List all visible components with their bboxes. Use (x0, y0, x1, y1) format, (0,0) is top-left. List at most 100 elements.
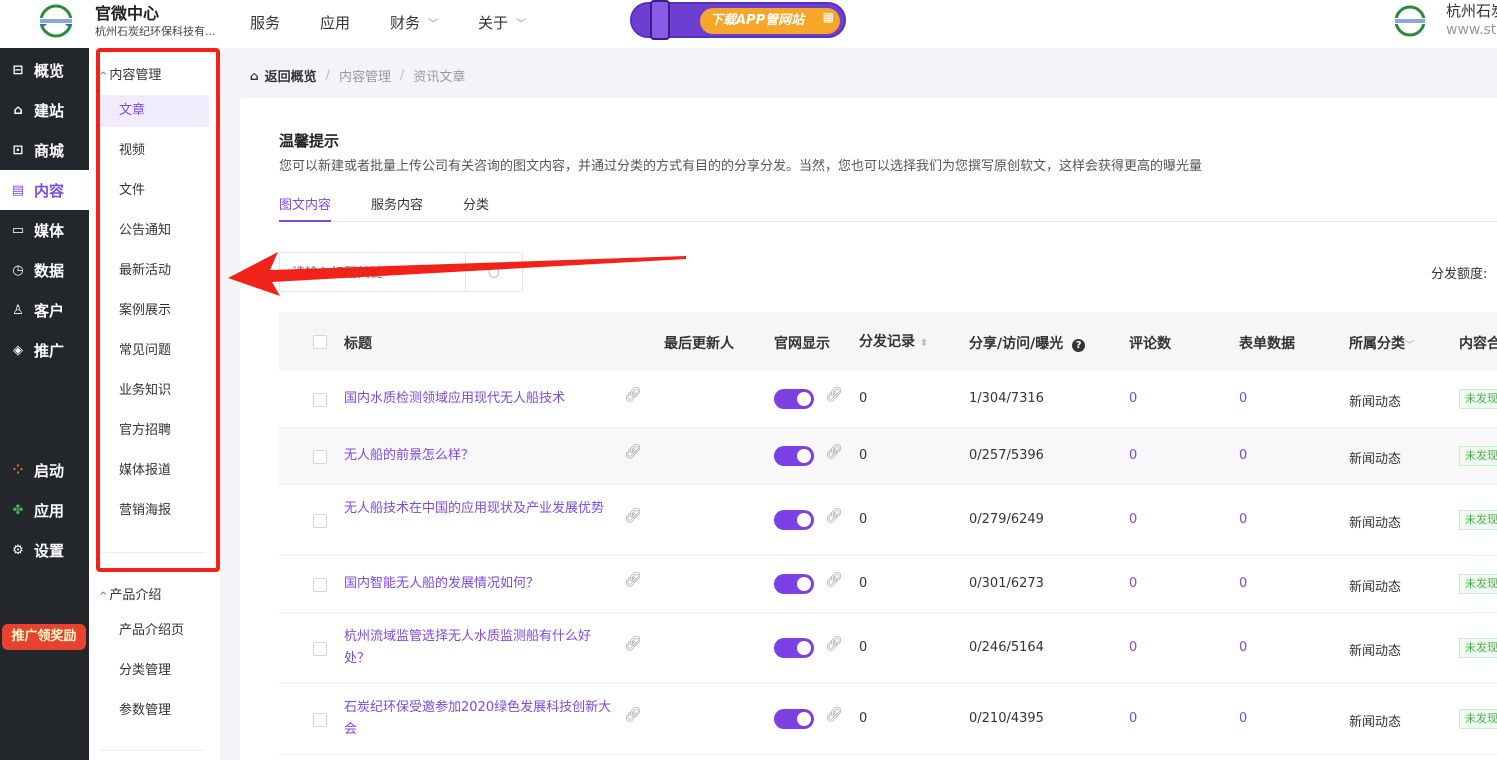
submenu-item-video[interactable]: 视频 (97, 135, 209, 167)
nav-item-service[interactable]: 服务 (250, 12, 280, 33)
col-category[interactable]: 所属分类﹀ (1349, 333, 1414, 353)
nav-item-finance[interactable]: 财务 ﹀ (390, 12, 438, 33)
nav-item-about[interactable]: 关于 ﹀ (478, 12, 526, 33)
link-icon[interactable]: 🔗︎ (825, 387, 843, 403)
download-app-banner[interactable]: 下载APP管网站 ▦ (630, 0, 846, 40)
sidebar-item-content[interactable]: ▤ 内容 (0, 170, 89, 210)
tab-service-content[interactable]: 服务内容 (371, 194, 423, 222)
top-header: 官微中心 杭州石炭纪环保科技有... 服务 应用 财务 ﹀ 关于 ﹀ 下载APP管网… (0, 0, 1497, 48)
status-badge: 未发现 (1459, 389, 1497, 409)
sort-icon[interactable]: ⬍ (920, 338, 928, 349)
content-submenu: ^ 内容管理 文章 视频 文件 公告通知 最新活动 案例展示 常见问题 业务知识 … (89, 48, 220, 760)
table-row: 国内水质检测领域应用现代无人船技术 🔗︎ 🔗︎ 0 1/304/7316 0 0… (279, 371, 1497, 428)
submenu-item-knowledge[interactable]: 业务知识 (97, 375, 209, 407)
article-title-link[interactable]: 无人船技术在中国的应用现状及产业发展优势 (344, 498, 616, 520)
site-display-toggle[interactable] (774, 574, 814, 594)
comment-count[interactable]: 0 (1129, 448, 1137, 463)
sidebar-item-promotion[interactable]: ◈ 推广 (0, 330, 89, 370)
sidebar-item-media[interactable]: ▭ 媒体 (0, 210, 89, 250)
form-count[interactable]: 0 (1239, 711, 1247, 726)
link-icon[interactable]: 🔗︎ (624, 508, 642, 524)
sidebar-item-data[interactable]: ◷ 数据 (0, 250, 89, 290)
link-icon[interactable]: 🔗︎ (825, 707, 843, 723)
site-display-toggle[interactable] (774, 709, 814, 729)
row-checkbox[interactable] (313, 642, 327, 656)
tab-graphic-content[interactable]: 图文内容 (279, 194, 332, 222)
clock-icon: ◷ (12, 262, 24, 278)
submenu-item-poster[interactable]: 营销海报 (97, 495, 209, 527)
article-title-link[interactable]: 石炭纪环保受邀参加2020绿色发展科技创新大会 (344, 697, 616, 741)
submenu-group-content[interactable]: ^ 内容管理 (99, 64, 161, 83)
comment-count[interactable]: 0 (1129, 640, 1137, 655)
help-icon[interactable]: ? (1072, 339, 1086, 352)
sidebar-item-settings[interactable]: ⚙ 设置 (0, 530, 89, 570)
submenu-item-cases[interactable]: 案例展示 (97, 295, 209, 327)
breadcrumb-item[interactable]: 内容管理 (339, 66, 391, 85)
comment-count[interactable]: 0 (1129, 512, 1137, 527)
company-logo[interactable] (34, 4, 78, 38)
comment-count[interactable]: 0 (1129, 711, 1137, 726)
link-icon[interactable]: 🔗︎ (624, 707, 642, 723)
submenu-divider (99, 750, 205, 751)
breadcrumb-home[interactable]: ⌂ 返回概览 (250, 66, 317, 86)
submenu-item-recruit[interactable]: 官方招聘 (97, 415, 209, 447)
col-title: 标题 (344, 336, 372, 352)
link-icon[interactable]: 🔗︎ (624, 444, 642, 460)
sidebar-item-mall[interactable]: ⊡ 商城 (0, 130, 89, 170)
link-icon[interactable]: 🔗︎ (624, 572, 642, 588)
nav-item-apps[interactable]: 应用 (320, 12, 350, 33)
site-display-toggle[interactable] (774, 446, 814, 466)
col-dist-records[interactable]: 分发记录 ⬍ (859, 331, 928, 351)
submenu-divider (99, 552, 205, 553)
submenu-item-media-report[interactable]: 媒体报道 (97, 455, 209, 487)
form-count[interactable]: 0 (1239, 640, 1247, 655)
comment-count[interactable]: 0 (1129, 576, 1137, 591)
row-checkbox[interactable] (313, 713, 327, 727)
link-icon[interactable]: 🔗︎ (825, 572, 843, 588)
row-checkbox[interactable] (313, 578, 327, 592)
promo-reward-banner[interactable]: 推广领奖励 (0, 610, 89, 658)
site-display-toggle[interactable] (774, 638, 814, 658)
link-icon[interactable]: 🔗︎ (825, 508, 843, 524)
submenu-item-file[interactable]: 文件 (97, 175, 209, 207)
submenu-item-param-manage[interactable]: 参数管理 (97, 695, 209, 727)
search-button[interactable]: ○ (465, 253, 522, 291)
form-count[interactable]: 0 (1239, 448, 1247, 463)
submenu-item-category-manage[interactable]: 分类管理 (97, 655, 209, 687)
article-title-link[interactable]: 杭州流域监管选择无人水质监测船有什么好处？ (344, 626, 616, 670)
search-icon: ○ (487, 264, 501, 280)
row-checkbox[interactable] (313, 450, 327, 464)
link-icon[interactable]: 🔗︎ (825, 444, 843, 460)
sidebar-item-apps[interactable]: ✤ 应用 (0, 490, 89, 530)
form-count[interactable]: 0 (1239, 391, 1247, 406)
article-title-link[interactable]: 国内水质检测领域应用现代无人船技术 (344, 388, 616, 410)
sidebar-item-site[interactable]: ⌂ 建站 (0, 90, 89, 130)
account-company-name[interactable]: 杭州石炭 (1446, 0, 1497, 21)
sidebar-item-overview[interactable]: ⊟ 概览 (0, 50, 89, 90)
submenu-item-faq[interactable]: 常见问题 (97, 335, 209, 367)
row-checkbox[interactable] (313, 514, 327, 528)
search-input[interactable] (280, 253, 466, 291)
submenu-item-notice[interactable]: 公告通知 (97, 215, 209, 247)
sidebar-item-label: 推广 (34, 341, 65, 360)
link-icon[interactable]: 🔗︎ (624, 636, 642, 652)
link-icon[interactable]: 🔗︎ (624, 387, 642, 403)
row-checkbox[interactable] (313, 393, 327, 407)
article-title-link[interactable]: 国内智能无人船的发展情况如何？ (344, 573, 616, 595)
submenu-item-product-page[interactable]: 产品介绍页 (97, 615, 209, 647)
select-all-checkbox[interactable] (313, 335, 327, 349)
sidebar-item-launch[interactable]: ⁘ 启动 (0, 450, 89, 490)
form-count[interactable]: 0 (1239, 576, 1247, 591)
link-icon[interactable]: 🔗︎ (825, 636, 843, 652)
sidebar-item-customers[interactable]: ♙ 客户 (0, 290, 89, 330)
submenu-item-article[interactable]: 文章 (97, 95, 209, 127)
comment-count[interactable]: 0 (1129, 391, 1137, 406)
site-display-toggle[interactable] (774, 510, 814, 530)
submenu-item-activity[interactable]: 最新活动 (97, 255, 209, 287)
form-count[interactable]: 0 (1239, 512, 1247, 527)
article-title-link[interactable]: 无人船的前景怎么样？ (344, 445, 616, 467)
site-display-toggle[interactable] (774, 389, 814, 409)
submenu-group-product[interactable]: ^ 产品介绍 (99, 584, 161, 603)
account-site-url[interactable]: www.st (1446, 22, 1496, 38)
tab-category[interactable]: 分类 (463, 194, 489, 222)
